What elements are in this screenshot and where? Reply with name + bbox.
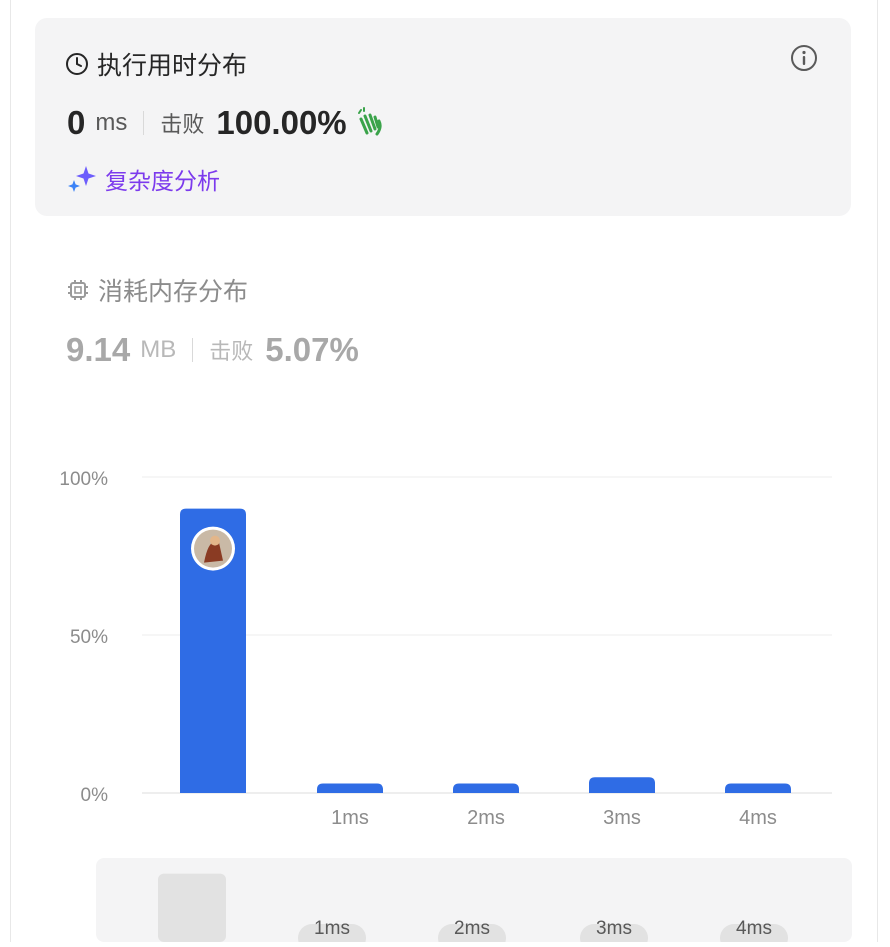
avatar-face — [210, 535, 220, 546]
x-tick-label: 1ms — [331, 807, 369, 829]
overview-x-label: 4ms — [736, 918, 772, 939]
info-icon[interactable] — [790, 44, 818, 72]
y-tick-label: 0% — [81, 785, 109, 806]
memory-unit: MB — [140, 336, 177, 363]
divider — [192, 338, 194, 362]
runtime-unit: ms — [95, 109, 128, 136]
bar[interactable] — [589, 777, 655, 793]
clock-icon — [66, 53, 88, 75]
memory-beat-label: 击败 — [209, 339, 254, 364]
runtime-distribution-chart[interactable]: 0% 50% 100% 1ms 2ms 3ms 4ms — [0, 440, 890, 840]
overview-x-label: 3ms — [596, 918, 632, 939]
complexity-analysis-link[interactable]: 复杂度分析 — [105, 162, 220, 196]
y-tick-label: 50% — [70, 627, 108, 648]
overview-scrollbar[interactable]: 1ms 2ms 3ms 4ms — [96, 858, 852, 947]
x-tick-label: 2ms — [467, 807, 505, 829]
chip-icon — [68, 280, 88, 300]
x-tick-label: 3ms — [603, 807, 641, 829]
runtime-card[interactable]: 执行用时分布 0 ms 击败 100.00% 复杂度分析 — [35, 18, 851, 216]
overview-x-label: 1ms — [314, 918, 350, 939]
runtime-title: 执行用时分布 — [97, 52, 248, 80]
memory-value: 9.14 — [66, 331, 131, 368]
runtime-beat-value: 100.00% — [216, 104, 347, 141]
overview-chart: 1ms 2ms 3ms 4ms — [158, 873, 788, 947]
bar[interactable] — [725, 783, 791, 793]
divider — [143, 111, 145, 135]
bar[interactable] — [453, 783, 519, 793]
overview-bar — [158, 873, 226, 942]
x-tick-label: 4ms — [739, 807, 777, 829]
y-tick-label: 100% — [59, 469, 108, 490]
sparkle-icon — [68, 166, 96, 192]
memory-title: 消耗内存分布 — [98, 278, 249, 306]
bar[interactable] — [317, 783, 383, 793]
memory-beat-value: 5.07% — [265, 331, 359, 368]
clapping-hands-icon — [357, 107, 382, 136]
runtime-value: 0 — [67, 104, 86, 141]
overview-x-label: 2ms — [454, 918, 490, 939]
runtime-beat-label: 击败 — [160, 112, 205, 137]
